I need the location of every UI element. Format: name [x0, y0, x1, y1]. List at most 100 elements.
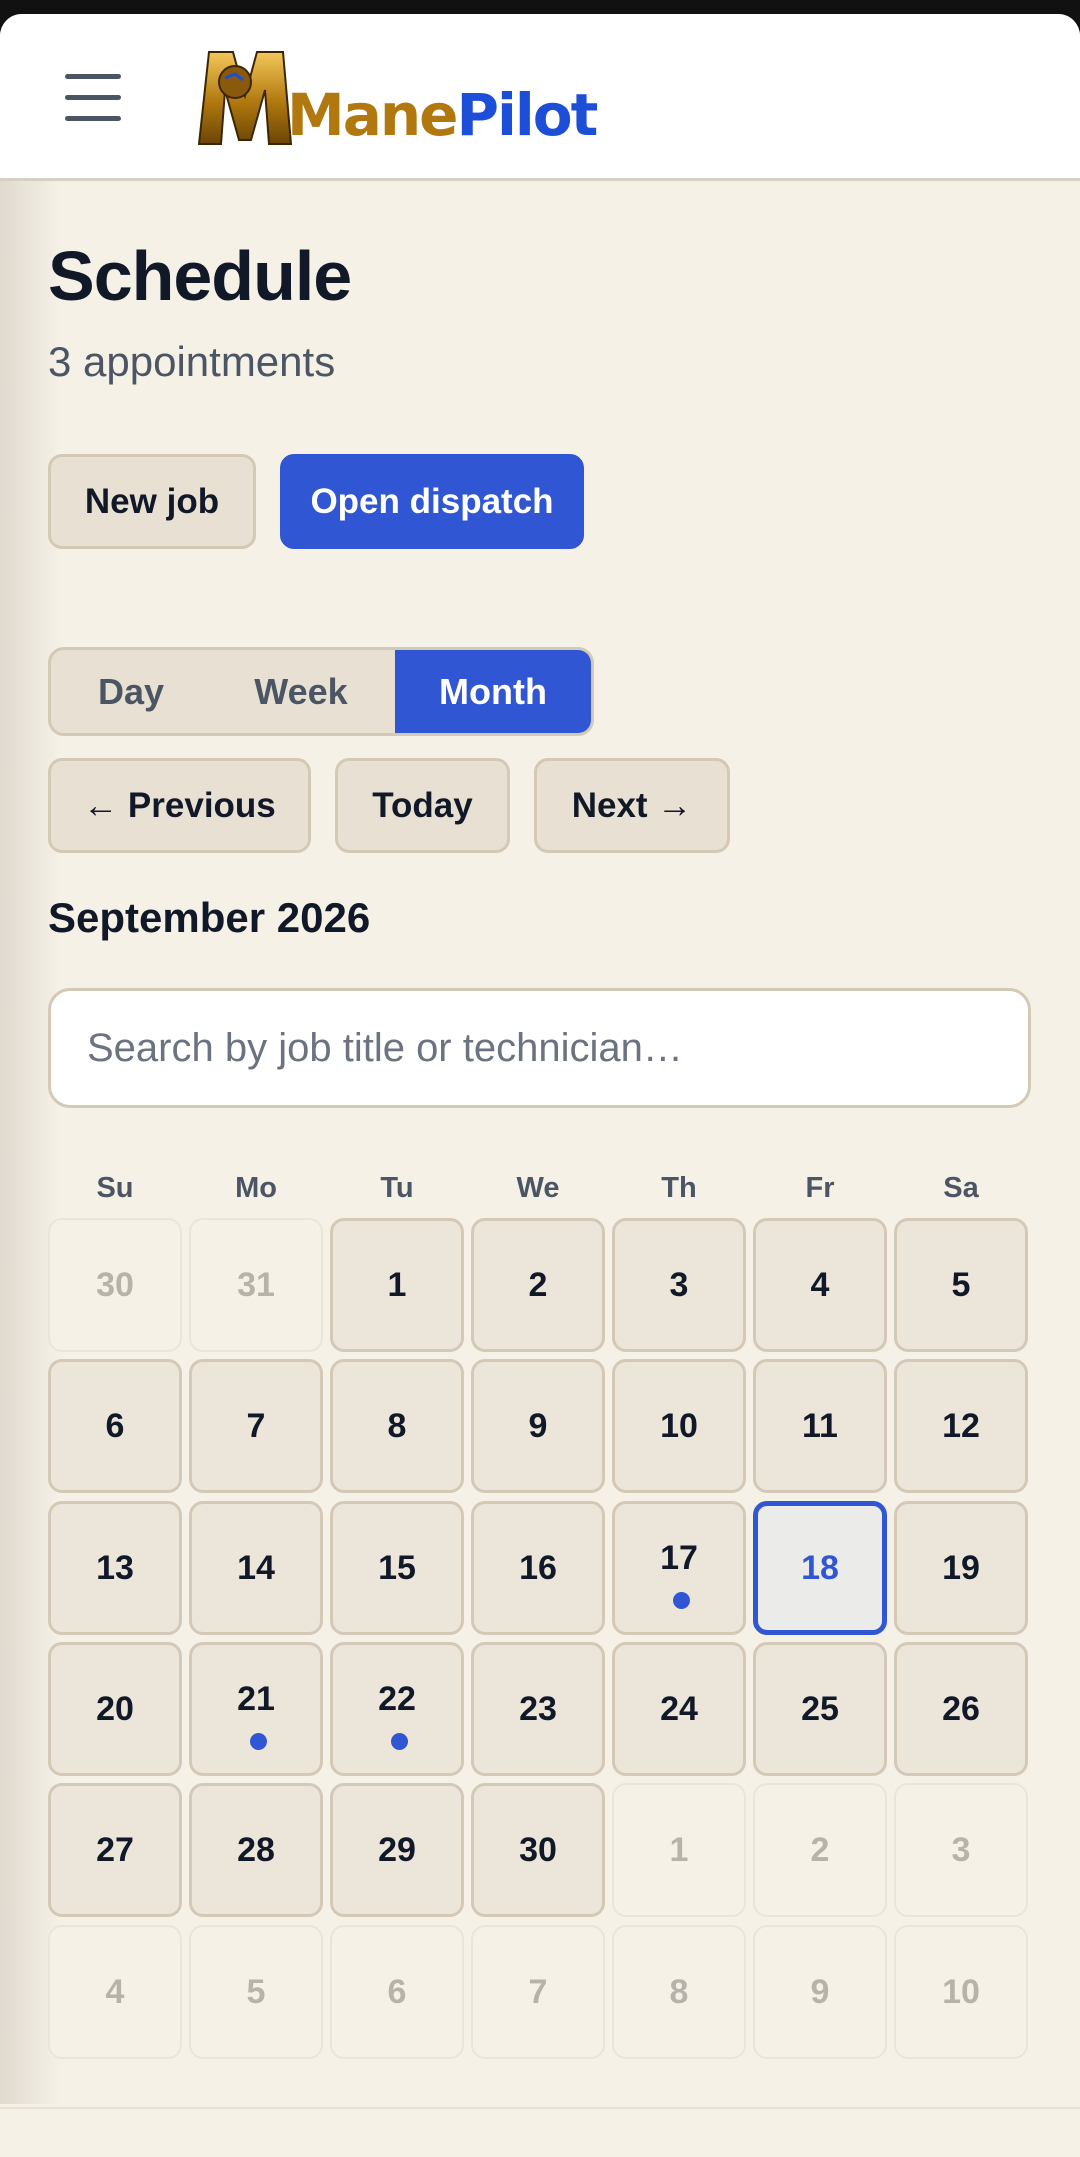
day-number: 5	[246, 1972, 266, 2011]
day-number: 15	[378, 1548, 416, 1587]
calendar-day[interactable]: 23	[471, 1642, 605, 1776]
day-number: 4	[105, 1972, 125, 2011]
new-job-button[interactable]: New job	[48, 454, 256, 549]
calendar-day[interactable]: 14	[189, 1501, 323, 1635]
day-number: 19	[942, 1548, 980, 1587]
day-number: 30	[96, 1265, 134, 1304]
calendar-day-today[interactable]: 18	[753, 1501, 887, 1635]
appointment-dot-icon	[673, 1592, 690, 1609]
appointment-dot-icon	[250, 1733, 267, 1750]
weekday-label: Tu	[380, 1172, 414, 1204]
day-number: 1	[669, 1830, 689, 1869]
calendar-day[interactable]: 7	[189, 1359, 323, 1493]
calendar-day[interactable]: 8	[330, 1359, 464, 1493]
calendar-day[interactable]: 15	[330, 1501, 464, 1635]
brand-wordmark: ManePilot	[287, 86, 598, 144]
page-title: Schedule	[48, 237, 352, 315]
calendar-day[interactable]: 17	[612, 1501, 746, 1635]
day-number: 9	[810, 1972, 830, 2011]
day-number: 8	[669, 1972, 689, 2011]
day-number: 2	[810, 1830, 830, 1869]
calendar-day[interactable]: 12	[894, 1359, 1028, 1493]
calendar-day-outside-month[interactable]: 7	[471, 1925, 605, 2059]
day-number: 16	[519, 1548, 557, 1587]
day-number: 1	[387, 1265, 407, 1304]
view-option-day[interactable]: Day	[51, 650, 211, 733]
weekday-label: Sa	[943, 1172, 979, 1204]
calendar-day[interactable]: 28	[189, 1783, 323, 1917]
day-number: 9	[528, 1406, 548, 1445]
day-number: 31	[237, 1265, 275, 1304]
weekday-label: Th	[661, 1172, 697, 1204]
day-number: 3	[951, 1830, 971, 1869]
weekday-label: Su	[96, 1172, 134, 1204]
appointment-count: 3 appointments	[48, 338, 336, 385]
calendar-day[interactable]: 24	[612, 1642, 746, 1776]
calendar-day[interactable]: 2	[471, 1218, 605, 1352]
weekday-label: Mo	[235, 1172, 277, 1204]
day-number: 18	[801, 1548, 839, 1587]
calendar-day[interactable]: 30	[471, 1783, 605, 1917]
day-number: 25	[801, 1689, 839, 1728]
calendar-day[interactable]: 11	[753, 1359, 887, 1493]
calendar-day[interactable]: 10	[612, 1359, 746, 1493]
calendar-day[interactable]: 19	[894, 1501, 1028, 1635]
day-number: 4	[810, 1265, 830, 1304]
today-button[interactable]: Today	[335, 758, 510, 853]
calendar-day[interactable]: 9	[471, 1359, 605, 1493]
day-number: 28	[237, 1830, 275, 1869]
calendar-day-outside-month[interactable]: 3	[894, 1783, 1028, 1917]
day-number: 20	[96, 1689, 134, 1728]
calendar-day-outside-month[interactable]: 8	[612, 1925, 746, 2059]
appointment-dot-icon	[391, 1733, 408, 1750]
brand-logo[interactable]: ManePilot	[195, 44, 598, 156]
day-number: 5	[951, 1265, 971, 1304]
search-input[interactable]	[48, 988, 1031, 1108]
view-toggle: Day Week Month	[48, 647, 594, 736]
day-number: 11	[802, 1406, 838, 1445]
hamburger-menu-icon[interactable]	[60, 72, 126, 124]
view-option-week[interactable]: Week	[211, 650, 391, 733]
calendar-day[interactable]: 27	[48, 1783, 182, 1917]
calendar-day[interactable]: 26	[894, 1642, 1028, 1776]
calendar-day[interactable]: 3	[612, 1218, 746, 1352]
calendar-day[interactable]: 4	[753, 1218, 887, 1352]
calendar-day[interactable]: 1	[330, 1218, 464, 1352]
open-dispatch-button[interactable]: Open dispatch	[280, 454, 584, 549]
calendar-day-outside-month[interactable]: 1	[612, 1783, 746, 1917]
day-number: 10	[660, 1406, 698, 1445]
day-number: 27	[96, 1830, 134, 1869]
calendar-day[interactable]: 22	[330, 1642, 464, 1776]
calendar-day-outside-month[interactable]: 2	[753, 1783, 887, 1917]
calendar-day[interactable]: 21	[189, 1642, 323, 1776]
day-number: 7	[528, 1972, 548, 2011]
view-option-month[interactable]: Month	[395, 650, 591, 733]
calendar-day-outside-month[interactable]: 30	[48, 1218, 182, 1352]
calendar-day[interactable]: 16	[471, 1501, 605, 1635]
calendar-day-outside-month[interactable]: 9	[753, 1925, 887, 2059]
day-number: 3	[669, 1265, 689, 1304]
calendar-day-outside-month[interactable]: 4	[48, 1925, 182, 2059]
calendar-day[interactable]: 29	[330, 1783, 464, 1917]
day-number: 24	[660, 1689, 698, 1728]
calendar-day-outside-month[interactable]: 31	[189, 1218, 323, 1352]
month-label: September 2026	[48, 894, 371, 941]
calendar-day-outside-month[interactable]: 6	[330, 1925, 464, 2059]
app-frame: ManePilot Schedule 3 appointments New jo…	[0, 14, 1080, 2157]
previous-month-button[interactable]: ← Previous	[48, 758, 311, 853]
brand-name-part1: Mane	[287, 81, 458, 149]
calendar-day[interactable]: 20	[48, 1642, 182, 1776]
calendar-day[interactable]: 6	[48, 1359, 182, 1493]
calendar-day-outside-month[interactable]: 10	[894, 1925, 1028, 2059]
calendar-day[interactable]: 25	[753, 1642, 887, 1776]
calendar-day[interactable]: 13	[48, 1501, 182, 1635]
day-number: 6	[387, 1972, 407, 2011]
day-number: 29	[378, 1830, 416, 1869]
brand-name-part2: Pilot	[456, 81, 598, 149]
calendar-day[interactable]: 5	[894, 1218, 1028, 1352]
calendar-day-outside-month[interactable]: 5	[189, 1925, 323, 2059]
day-number: 6	[105, 1406, 125, 1445]
weekday-label: We	[516, 1172, 560, 1204]
day-number: 12	[942, 1406, 980, 1445]
next-month-button[interactable]: Next →	[534, 758, 730, 853]
